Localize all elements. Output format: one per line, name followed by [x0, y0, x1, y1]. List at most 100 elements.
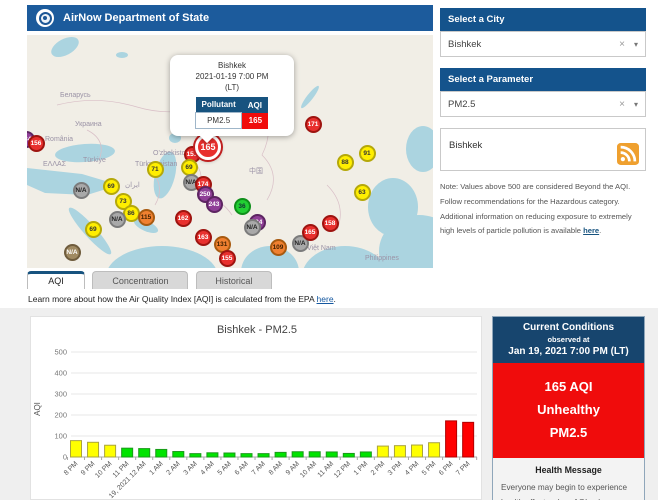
svg-text:10 AM: 10 AM — [299, 460, 318, 479]
svg-text:3 PM: 3 PM — [387, 460, 404, 477]
learn-more-after: . — [333, 294, 336, 304]
conditions-aqi-value: 165 AQI — [544, 379, 593, 394]
svg-text:11 AM: 11 AM — [317, 460, 336, 479]
note-link[interactable]: here — [583, 226, 599, 235]
svg-text:7 PM: 7 PM — [455, 460, 472, 477]
chart-bar[interactable] — [87, 441, 100, 458]
chart-bar[interactable] — [325, 451, 338, 458]
chart-bar[interactable] — [155, 448, 168, 458]
map-marker[interactable]: N/A — [108, 210, 126, 228]
map-marker[interactable]: 69 — [84, 220, 102, 238]
svg-text:12 PM: 12 PM — [333, 460, 352, 479]
city-panel: Select a City Bishkek × ▾ — [440, 8, 646, 57]
map-marker[interactable]: 156 — [27, 134, 45, 152]
chart-bar[interactable] — [274, 451, 287, 458]
learn-more-text: Learn more about how the Air Quality Ind… — [28, 294, 336, 304]
parameter-panel-title: Select a Parameter — [440, 68, 646, 91]
map-marker[interactable]: 69 — [102, 177, 120, 195]
aqi-chart-card: Bishkek - PM2.5 AQI 0 100 200 300 400 500 8 PM 9 … — [30, 316, 482, 500]
chart-bar[interactable] — [359, 451, 372, 458]
map-marker[interactable]: 63 — [353, 183, 371, 201]
tab-concentration[interactable]: Concentration — [92, 271, 189, 289]
popup-aqi-value: 165 — [241, 112, 269, 129]
city-select-value: Bishkek — [448, 38, 482, 50]
city-panel-title: Select a City — [440, 8, 646, 31]
chart-bar[interactable] — [428, 442, 441, 458]
parameter-caret-icon[interactable]: ▾ — [634, 100, 638, 109]
chart-bar[interactable] — [291, 451, 304, 458]
chart-bar[interactable] — [257, 453, 270, 458]
chart-bar[interactable] — [206, 452, 219, 458]
svg-text:1 AM: 1 AM — [148, 460, 164, 476]
tab-aqi[interactable]: AQI — [27, 271, 85, 289]
popup-col-pollutant: Pollutant — [195, 97, 242, 113]
sidebar: Select a City Bishkek × ▾ Select a Param… — [440, 8, 646, 239]
svg-text:7 AM: 7 AM — [251, 460, 267, 476]
parameter-clear-icon[interactable]: × — [619, 99, 625, 110]
chart-bar[interactable] — [138, 448, 151, 458]
health-message-title: Health Message — [535, 465, 602, 476]
tab-historical[interactable]: Historical — [195, 271, 272, 289]
chart-bar[interactable] — [462, 421, 475, 458]
svg-text:400: 400 — [54, 369, 67, 378]
view-tabs: AQI Concentration Historical — [27, 271, 275, 291]
svg-text:3 AM: 3 AM — [183, 460, 199, 476]
parameter-select[interactable]: PM2.5 × ▾ — [440, 91, 646, 117]
chart-bar[interactable] — [376, 445, 389, 458]
map-marker[interactable]: 162 — [174, 209, 192, 227]
chart-bar[interactable] — [308, 451, 321, 458]
chart-bar[interactable] — [70, 440, 82, 458]
chart-bar[interactable] — [411, 444, 423, 458]
app-header: AirNow Department of State — [27, 5, 433, 31]
parameter-panel: Select a Parameter PM2.5 × ▾ — [440, 68, 646, 117]
conditions-title: Current Conditions — [522, 322, 615, 333]
map-marker[interactable]: 115 — [137, 208, 155, 226]
svg-text:0: 0 — [63, 453, 67, 462]
map-marker[interactable]: N/A — [63, 243, 81, 261]
map-marker[interactable]: 165 — [301, 223, 319, 241]
city-caret-icon[interactable]: ▾ — [634, 40, 638, 49]
conditions-pollutant: PM2.5 — [549, 424, 588, 440]
map-marker[interactable]: 36 — [233, 197, 251, 215]
page: AirNow Department of State Беларусь Укра… — [0, 0, 658, 500]
svg-text:2 AM: 2 AM — [165, 460, 181, 476]
map-marker[interactable]: 69 — [180, 158, 198, 176]
map-marker[interactable]: 71 — [146, 160, 164, 178]
map-marker[interactable]: 163 — [194, 228, 212, 246]
chart-bar[interactable] — [223, 452, 236, 458]
map-marker[interactable]: 171 — [304, 115, 322, 133]
popup-datetime: 2021-01-19 7:00 PM — [195, 71, 269, 81]
chart-bar[interactable] — [172, 451, 185, 458]
chart-bar[interactable] — [445, 420, 458, 458]
beyond-aqi-note: Note: Values above 500 are considered Be… — [440, 180, 646, 239]
map-marker[interactable]: N/A — [72, 181, 90, 199]
map-marker[interactable]: 158 — [321, 214, 339, 232]
map-marker[interactable]: 109 — [269, 238, 287, 256]
map-marker[interactable]: 243 — [205, 195, 223, 213]
svg-text:300: 300 — [54, 390, 67, 399]
map-marker[interactable]: 91 — [358, 144, 376, 162]
city-select[interactable]: Bishkek × ▾ — [440, 31, 646, 57]
rss-feed-icon[interactable] — [617, 143, 639, 165]
city-clear-icon[interactable]: × — [619, 39, 625, 50]
chart-bar[interactable] — [104, 444, 117, 458]
popup-table: Pollutant AQI PM2.5 165 — [195, 97, 269, 130]
chart-bar[interactable] — [121, 447, 134, 458]
chart-bar[interactable] — [240, 453, 253, 458]
chart-bar[interactable] — [189, 453, 202, 458]
svg-text:200: 200 — [54, 411, 67, 420]
svg-text:6 AM: 6 AM — [234, 460, 250, 476]
chart-bar[interactable] — [342, 452, 355, 458]
map-marker[interactable]: 88 — [336, 153, 354, 171]
popup-pollutant-value: PM2.5 — [195, 112, 243, 130]
aqi-map[interactable]: Беларусь Украина România ΕΛΛΑΣ Türkiye O'zbek… — [27, 35, 433, 268]
svg-text:5 AM: 5 AM — [217, 460, 233, 476]
map-marker[interactable]: 155 — [218, 249, 236, 267]
learn-more-link[interactable]: here — [317, 294, 334, 304]
conditions-datetime: Jan 19, 2021 7:00 PM (LT) — [508, 346, 629, 357]
note-before: Note: Values above 500 are considered Be… — [440, 182, 632, 236]
map-marker[interactable]: N/A — [243, 218, 261, 236]
map-popup: Bishkek 2021-01-19 7:00 PM (LT) Pollutan… — [170, 55, 294, 137]
svg-text:AQI: AQI — [33, 402, 42, 416]
chart-bar[interactable] — [393, 445, 406, 458]
